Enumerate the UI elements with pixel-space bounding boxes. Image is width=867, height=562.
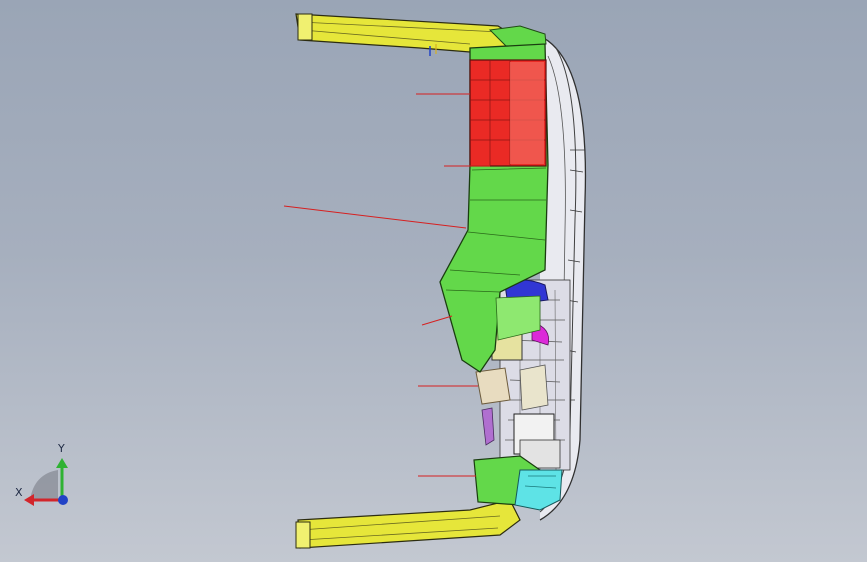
z-axis-dot (58, 495, 68, 505)
leader-line (283, 205, 467, 229)
red-block (469, 59, 547, 167)
cad-viewport[interactable]: X Y (0, 0, 867, 562)
triad-y-label: Y (58, 442, 65, 455)
bottom-frame-arm (295, 499, 521, 549)
orientation-triad (24, 458, 68, 506)
triad-sector (30, 470, 58, 500)
assembly-model[interactable] (0, 0, 867, 562)
leader-line (421, 315, 453, 326)
triad-x-label: X (15, 486, 23, 499)
